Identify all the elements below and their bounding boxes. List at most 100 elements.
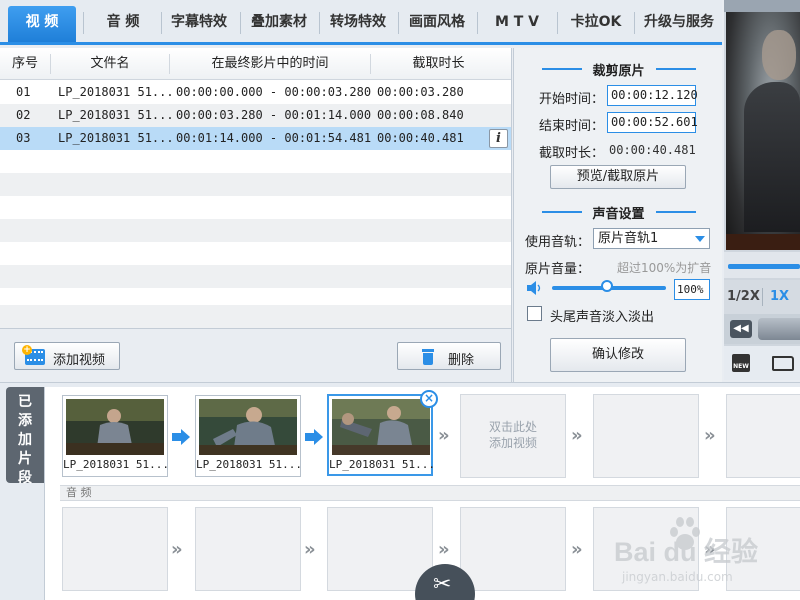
rewind-icon[interactable]: ◀◀ bbox=[730, 320, 752, 338]
tab-separator bbox=[161, 12, 162, 34]
video-preview[interactable] bbox=[726, 12, 800, 250]
tab-upgrade-service[interactable]: 升级与服务 bbox=[638, 6, 720, 39]
speed-one-button[interactable]: 1X bbox=[770, 289, 789, 304]
table-row[interactable]: 02 LP_2018031 51... 00:00:03.280 - 00:01… bbox=[0, 104, 511, 127]
jog-slider[interactable] bbox=[758, 318, 800, 340]
row-index: 01 bbox=[16, 85, 31, 99]
preview-cut-button[interactable]: 预览/截取原片 bbox=[550, 165, 686, 189]
tab-separator bbox=[319, 12, 320, 34]
empty-clip-slot[interactable] bbox=[593, 394, 699, 478]
chevron-right-icon: » bbox=[571, 539, 582, 560]
clip-caption: LP_2018031 51... bbox=[329, 458, 435, 471]
speaker-icon[interactable] bbox=[526, 281, 544, 295]
tab-separator bbox=[634, 12, 635, 34]
transport-controls: ◀◀ bbox=[724, 314, 800, 344]
column-header-index: 序号 bbox=[11, 56, 38, 71]
app-window: 视 频 音 频 字幕特效 叠加素材 转场特效 画面风格 M T V 卡拉OK 升… bbox=[0, 0, 800, 600]
arrow-right-icon bbox=[305, 429, 323, 445]
fade-checkbox[interactable] bbox=[527, 306, 542, 321]
tab-separator bbox=[240, 12, 241, 34]
tab-transition-effects[interactable]: 转场特效 bbox=[322, 6, 394, 39]
watermark-brand: Bai du 经验 bbox=[614, 537, 759, 567]
tab-karaoke[interactable]: 卡拉OK bbox=[562, 6, 630, 39]
confirm-changes-button[interactable]: 确认修改 bbox=[550, 338, 686, 372]
column-header-timeline-range: 在最终影片中的时间 bbox=[211, 56, 329, 71]
chevron-right-icon: » bbox=[171, 539, 182, 560]
chevron-right-icon: » bbox=[704, 425, 715, 446]
add-video-button[interactable]: + 添加视频 bbox=[14, 342, 120, 370]
audio-track-select[interactable]: 原片音轨1 bbox=[593, 228, 710, 249]
playback-progress[interactable] bbox=[724, 252, 800, 278]
table-row-selected[interactable]: 03 LP_2018031 51... 00:01:14.000 - 00:01… bbox=[0, 127, 511, 150]
clip-settings-panel: 裁剪原片 开始时间： 00:00:12.120 结束时间： 00:00:52.6… bbox=[513, 48, 722, 382]
added-clips-tab-label: 已添加片段 bbox=[18, 394, 32, 486]
clip-thumbnail-selected[interactable]: LP_2018031 51... bbox=[327, 394, 435, 476]
empty-row bbox=[0, 219, 511, 242]
empty-clip-slot[interactable] bbox=[726, 394, 800, 478]
row-range: 00:00:00.000 - 00:00:03.280 bbox=[176, 85, 372, 99]
info-icon[interactable]: i bbox=[489, 129, 508, 148]
audio-track-header: 音 频 bbox=[60, 485, 800, 501]
row-duration: 00:00:40.481 bbox=[377, 131, 464, 145]
trim-duration-label: 截取时长： bbox=[539, 146, 605, 161]
audio-slot[interactable] bbox=[195, 507, 301, 591]
start-time-input[interactable]: 00:00:12.120 bbox=[607, 85, 698, 106]
tab-separator bbox=[83, 12, 84, 34]
tab-picture-style[interactable]: 画面风格 bbox=[401, 6, 473, 39]
empty-clip-slot[interactable]: 双击此处 添加视频 bbox=[460, 394, 566, 478]
remove-clip-icon[interactable]: × bbox=[420, 390, 438, 408]
chevron-right-icon: » bbox=[438, 425, 449, 446]
open-folder-icon[interactable] bbox=[772, 356, 794, 371]
video-frame-figure-body bbox=[744, 82, 800, 232]
empty-slot-hint: 双击此处 添加视频 bbox=[488, 420, 537, 450]
audio-slot[interactable] bbox=[460, 507, 566, 591]
audio-track-value: 原片音轨1 bbox=[598, 231, 659, 246]
speed-half-button[interactable]: 1/2X bbox=[727, 289, 760, 304]
arrow-right-icon bbox=[172, 429, 190, 445]
progress-fill bbox=[728, 264, 800, 269]
volume-slider-thumb[interactable] bbox=[601, 280, 613, 292]
preview-title-band bbox=[724, 0, 800, 12]
end-time-input[interactable]: 00:00:52.601 bbox=[607, 112, 698, 133]
audio-slot[interactable] bbox=[62, 507, 168, 591]
tab-video[interactable]: 视 频 bbox=[8, 6, 76, 42]
audio-slot[interactable] bbox=[327, 507, 433, 591]
end-time-label: 结束时间： bbox=[539, 119, 605, 134]
baidu-watermark: Bai du 经验 jingyan.baidu.com bbox=[614, 512, 764, 598]
clip-table: 序号 文件名 在最终影片中的时间 截取时长 01 LP_2018031 51..… bbox=[0, 48, 512, 328]
added-clips-tab[interactable]: 已添加片段 bbox=[6, 387, 44, 486]
clip-table-header: 序号 文件名 在最终影片中的时间 截取时长 bbox=[0, 48, 511, 80]
clip-thumbnail[interactable]: LP_2018031 51... bbox=[195, 395, 302, 477]
tab-overlay-material[interactable]: 叠加素材 bbox=[243, 6, 315, 39]
row-filename: LP_2018031 51... bbox=[58, 131, 174, 145]
add-video-label: 添加视频 bbox=[53, 353, 106, 368]
volume-value-input[interactable]: 100% bbox=[674, 279, 710, 300]
speed-controls: 1/2X 1X bbox=[724, 280, 800, 314]
chevron-right-icon: » bbox=[304, 539, 315, 560]
clip-thumbnail[interactable]: LP_2018031 51... bbox=[62, 395, 169, 477]
start-time-label: 开始时间： bbox=[539, 92, 605, 107]
tab-audio[interactable]: 音 频 bbox=[88, 6, 158, 39]
file-actions: NEW bbox=[724, 346, 800, 380]
section-rule bbox=[656, 68, 696, 70]
row-filename: LP_2018031 51... bbox=[58, 108, 174, 122]
new-file-icon[interactable]: NEW bbox=[732, 354, 750, 372]
tab-separator bbox=[477, 12, 478, 34]
section-rule bbox=[656, 211, 696, 213]
audio-track-label: 使用音轨： bbox=[525, 235, 591, 250]
row-index: 03 bbox=[16, 131, 31, 145]
fade-label: 头尾声音淡入淡出 bbox=[550, 310, 655, 325]
tab-mtv[interactable]: M T V bbox=[484, 6, 550, 39]
chevron-right-icon: » bbox=[571, 425, 582, 446]
row-index: 02 bbox=[16, 108, 31, 122]
row-duration: 00:00:03.280 bbox=[377, 85, 464, 99]
chevron-right-icon: » bbox=[438, 539, 449, 560]
volume-slider[interactable] bbox=[552, 280, 666, 296]
film-add-icon: + bbox=[22, 345, 45, 365]
table-row[interactable]: 01 LP_2018031 51... 00:00:00.000 - 00:00… bbox=[0, 81, 511, 104]
empty-row bbox=[0, 265, 511, 288]
delete-button[interactable]: 删除 bbox=[397, 342, 501, 370]
tab-subtitle-effects[interactable]: 字幕特效 bbox=[163, 6, 235, 39]
volume-label: 原片音量： bbox=[525, 262, 591, 277]
tab-separator bbox=[398, 12, 399, 34]
